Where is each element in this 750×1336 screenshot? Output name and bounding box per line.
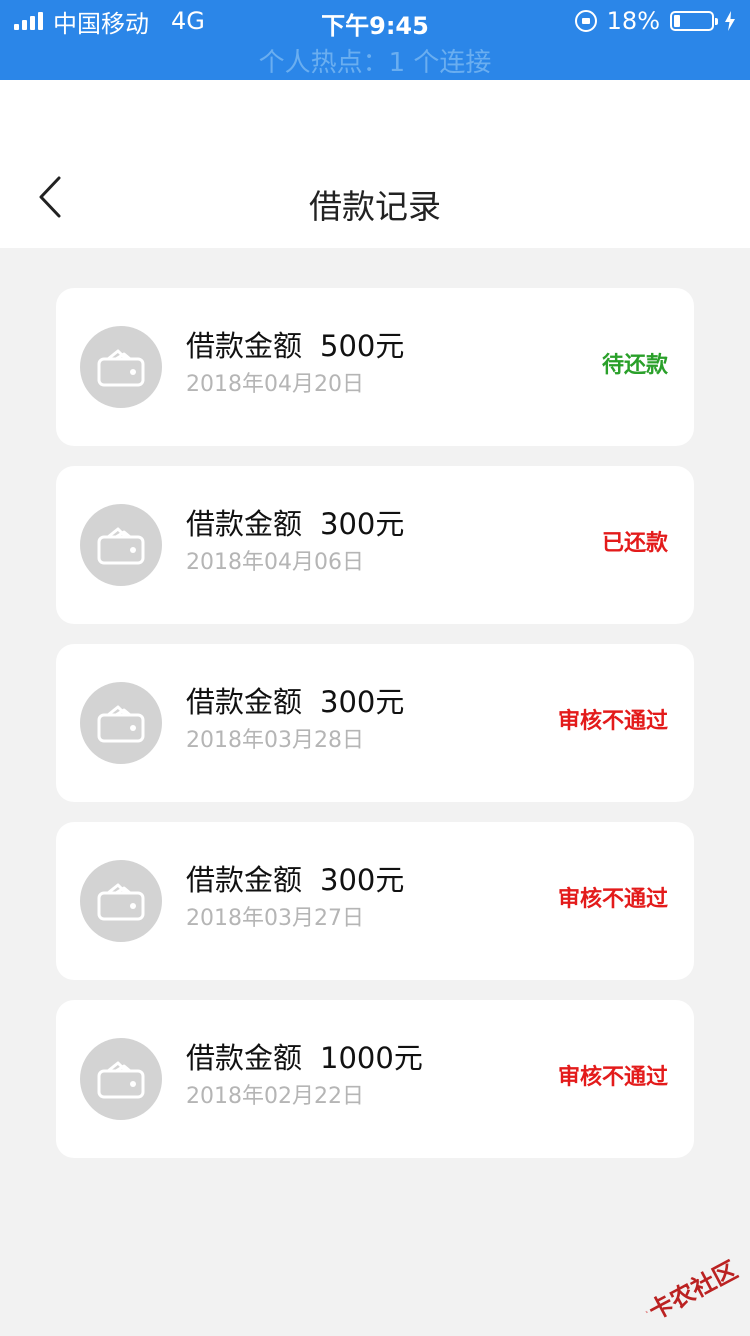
charging-bolt-icon (724, 11, 736, 31)
record-date: 2018年03月27日 (186, 906, 364, 931)
record-text: 借款金额 1000元 2018年02月22日 (186, 1038, 423, 1114)
amount-line: 借款金额 500元 (186, 326, 404, 366)
record-date: 2018年03月28日 (186, 728, 364, 753)
status-bar-right: 18% (574, 6, 736, 36)
record-text: 借款金额 300元 2018年03月27日 (186, 860, 404, 936)
wallet-icon (97, 349, 145, 387)
rotation-lock-icon (574, 10, 597, 32)
loan-record-card[interactable]: 借款金额 1000元 2018年02月22日 审核不通过 (56, 1000, 694, 1158)
amount-label: 借款金额 (186, 329, 303, 363)
status-badge: 已还款 (601, 531, 668, 556)
loan-record-card[interactable]: 借款金额 500元 2018年04月20日 待还款 (56, 288, 694, 446)
record-text: 借款金额 300元 2018年03月28日 (186, 682, 404, 758)
amount-value: 500元 (320, 329, 405, 363)
wallet-avatar (80, 504, 162, 586)
record-date: 2018年04月06日 (186, 550, 364, 575)
amount-label: 借款金额 (186, 1041, 303, 1075)
page-title: 借款记录 (309, 187, 441, 226)
status-badge: 待还款 (601, 353, 668, 378)
loan-record-list: 借款金额 500元 2018年04月20日 待还款 借款金额 300元 2018年0… (56, 288, 694, 1178)
hotspot-banner[interactable]: 个人热点：1 个连接 (0, 42, 750, 79)
wallet-avatar (80, 1038, 162, 1120)
wallet-avatar (80, 326, 162, 408)
wallet-icon (97, 705, 145, 743)
amount-value: 1000元 (320, 1041, 423, 1075)
record-text: 借款金额 500元 2018年04月20日 (186, 326, 404, 402)
status-bar: 中国移动 4G 下午9:45 18% 个人热点：1 个连接 (0, 0, 750, 80)
amount-line: 借款金额 300元 (186, 682, 404, 722)
loan-record-card[interactable]: 借款金额 300元 2018年03月28日 审核不通过 (56, 644, 694, 802)
amount-label: 借款金额 (186, 863, 303, 897)
status-badge: 审核不通过 (557, 1065, 668, 1090)
amount-label: 借款金额 (186, 507, 303, 541)
wallet-icon (97, 883, 145, 921)
loan-record-card[interactable]: 借款金额 300元 2018年03月27日 审核不通过 (56, 822, 694, 980)
record-date: 2018年04月20日 (186, 372, 364, 397)
battery-percent: 18% (606, 7, 660, 35)
nav-bar: 借款记录 (0, 80, 750, 248)
watermark: 卡农社区 (633, 1242, 747, 1336)
status-badge: 审核不通过 (557, 709, 668, 734)
wallet-avatar (80, 860, 162, 942)
watermark-text: 卡农社区 (643, 1255, 742, 1326)
status-badge: 审核不通过 (557, 887, 668, 912)
record-text: 借款金额 300元 2018年04月06日 (186, 504, 404, 580)
amount-value: 300元 (320, 863, 405, 897)
amount-value: 300元 (320, 685, 405, 719)
loan-record-card[interactable]: 借款金额 300元 2018年04月06日 已还款 (56, 466, 694, 624)
amount-value: 300元 (320, 507, 405, 541)
amount-line: 借款金额 300元 (186, 504, 404, 544)
wallet-icon (97, 527, 145, 565)
amount-line: 借款金额 1000元 (186, 1038, 423, 1078)
battery-icon (670, 11, 718, 31)
record-date: 2018年02月22日 (186, 1084, 364, 1109)
amount-line: 借款金额 300元 (186, 860, 404, 900)
wallet-avatar (80, 682, 162, 764)
wallet-icon (97, 1061, 145, 1099)
amount-label: 借款金额 (186, 685, 303, 719)
